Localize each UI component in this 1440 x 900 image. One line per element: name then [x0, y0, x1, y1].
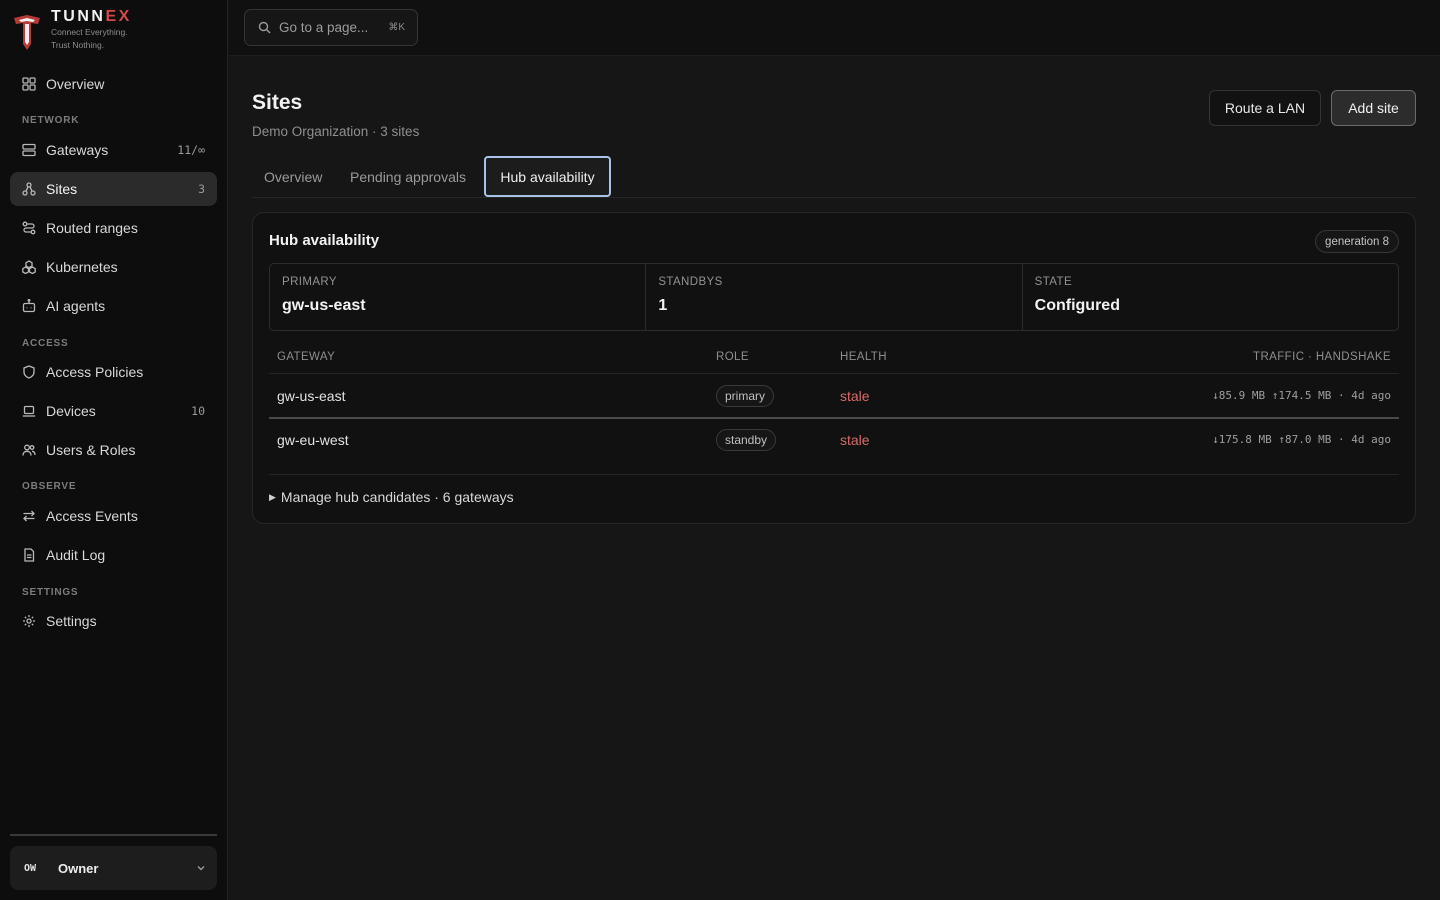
sidebar-item-label: Audit Log	[46, 547, 106, 563]
sidebar-item-label: Routed ranges	[46, 220, 138, 236]
section-label-access: ACCESS	[22, 338, 69, 349]
user-menu[interactable]: OW Owner	[10, 846, 217, 890]
sidebar-item-gateways[interactable]: Gateways 11/∞	[10, 133, 217, 167]
generation-badge: generation 8	[1315, 230, 1399, 253]
tab-pending-approvals[interactable]: Pending approvals	[350, 156, 466, 197]
hub-stats: PRIMARY gw-us-east STANDBYS 1 STATE Conf…	[269, 263, 1399, 331]
role-badge: primary	[716, 385, 775, 407]
search-placeholder: Go to a page...	[279, 20, 369, 35]
sidebar-item-label: Access Events	[46, 508, 138, 524]
page-subtitle: Demo Organization · 3 sites	[252, 124, 420, 139]
robot-icon	[22, 299, 36, 313]
arrows-swap-icon	[22, 509, 36, 523]
users-icon	[22, 443, 36, 457]
sidebar-item-sites[interactable]: Sites 3	[10, 172, 217, 206]
health-status: stale	[840, 388, 870, 404]
stat-label: PRIMARY	[282, 276, 337, 288]
sidebar-item-label: Kubernetes	[46, 259, 118, 275]
brand-tagline-1: Connect Everything.	[51, 27, 128, 37]
search-icon	[258, 21, 271, 34]
gateways-count: 11/∞	[177, 143, 205, 157]
tab-overview[interactable]: Overview	[264, 156, 322, 197]
stat-label: STATE	[1034, 276, 1073, 288]
sidebar-item-label: Devices	[46, 403, 96, 419]
route-lan-button[interactable]: Route a LAN	[1209, 90, 1321, 126]
sidebar-item-overview[interactable]: Overview	[10, 67, 217, 101]
sidebar-item-kubernetes[interactable]: Kubernetes	[10, 250, 217, 284]
sidebar-divider	[10, 834, 217, 836]
sidebar-item-label: Sites	[46, 181, 78, 197]
main-content: Sites Demo Organization · 3 sites Route …	[229, 57, 1440, 900]
table-divider	[269, 474, 1399, 475]
stat-state: STATE Configured	[1023, 264, 1398, 330]
shield-icon	[22, 365, 36, 379]
gateway-name: gw-us-east	[277, 388, 346, 404]
sidebar-item-label: AI agents	[46, 298, 106, 314]
search-input[interactable]: Go to a page... ⌘K	[244, 9, 418, 46]
hub-availability-card: Hub availability generation 8 PRIMARY gw…	[252, 212, 1416, 524]
brand-name: TUNNEX	[51, 8, 132, 25]
devices-count: 10	[191, 404, 205, 418]
network-nodes-icon	[22, 182, 36, 196]
disclosure-triangle-icon: ▶	[269, 491, 276, 502]
sidebar-item-ai-agents[interactable]: AI agents	[10, 289, 217, 323]
gateway-name: gw-eu-west	[277, 432, 349, 448]
brand-tagline-2: Trust Nothing.	[51, 40, 105, 50]
sidebar-item-access-policies[interactable]: Access Policies	[10, 355, 217, 389]
sidebar-item-label: Gateways	[46, 142, 109, 158]
manage-label: Manage hub candidates · 6 gateways	[280, 489, 514, 505]
manage-hub-candidates-toggle[interactable]: ▶ Manage hub candidates · 6 gateways	[269, 489, 514, 505]
user-name: Owner	[58, 860, 99, 876]
tab-hub-availability[interactable]: Hub availability	[484, 156, 611, 197]
sidebar-item-users-roles[interactable]: Users & Roles	[10, 433, 217, 467]
sidebar: TUNNEX Connect Everything. Trust Nothing…	[0, 0, 228, 900]
table-row[interactable]: gw-us-east primary stale ↓85.9 MB ↑174.5…	[269, 374, 1399, 418]
stat-value: 1	[658, 297, 668, 314]
stat-label: STANDBYS	[658, 276, 723, 288]
sidebar-item-label: Settings	[46, 613, 97, 629]
add-site-button[interactable]: Add site	[1331, 90, 1416, 126]
stat-value: gw-us-east	[282, 297, 366, 314]
traffic-handshake: ↓175.8 MB ↑87.0 MB · 4d ago	[1212, 433, 1391, 446]
server-icon	[22, 143, 36, 157]
search-shortcut: ⌘K	[388, 22, 405, 33]
sites-count: 3	[198, 182, 205, 196]
sidebar-item-label: Access Policies	[46, 364, 144, 380]
page-title: Sites	[252, 91, 303, 114]
section-label-observe: OBSERVE	[22, 481, 77, 492]
sidebar-item-devices[interactable]: Devices 10	[10, 394, 217, 428]
health-status: stale	[840, 432, 870, 448]
stat-value: Configured	[1034, 297, 1120, 314]
chevron-down-icon	[197, 866, 205, 871]
laptop-icon	[22, 404, 36, 418]
sidebar-item-routed-ranges[interactable]: Routed ranges	[10, 211, 217, 245]
avatar: OW	[24, 862, 37, 874]
sidebar-item-settings[interactable]: Settings	[10, 604, 217, 638]
topbar: Go to a page... ⌘K	[229, 0, 1440, 56]
grid-icon	[22, 77, 36, 91]
document-icon	[22, 548, 36, 562]
role-badge: standby	[716, 429, 777, 451]
gear-icon	[22, 614, 36, 628]
traffic-handshake: ↓85.9 MB ↑174.5 MB · 4d ago	[1212, 389, 1391, 402]
column-header-health: HEALTH	[840, 351, 887, 363]
table-row[interactable]: gw-eu-west standby stale ↓175.8 MB ↑87.0…	[269, 418, 1399, 462]
column-header-role: ROLE	[716, 351, 749, 363]
sidebar-item-audit-log[interactable]: Audit Log	[10, 538, 217, 572]
sidebar-item-label: Overview	[46, 76, 105, 92]
section-label-settings: SETTINGS	[22, 587, 79, 598]
sidebar-item-access-events[interactable]: Access Events	[10, 499, 217, 533]
tabs-divider	[252, 197, 1416, 198]
column-header-traffic: TRAFFIC · HANDSHAKE	[1253, 351, 1391, 363]
cubes-icon	[22, 260, 36, 274]
route-icon	[22, 221, 36, 235]
section-label-network: NETWORK	[22, 115, 80, 126]
stat-primary: PRIMARY gw-us-east	[270, 264, 647, 330]
brand[interactable]: TUNNEX Connect Everything. Trust Nothing…	[12, 8, 132, 56]
tunnex-logo-icon	[14, 15, 40, 50]
sidebar-item-label: Users & Roles	[46, 442, 136, 458]
stat-standbys: STANDBYS 1	[646, 264, 1023, 330]
column-header-gateway: GATEWAY	[277, 351, 336, 363]
card-title: Hub availability	[269, 232, 380, 249]
